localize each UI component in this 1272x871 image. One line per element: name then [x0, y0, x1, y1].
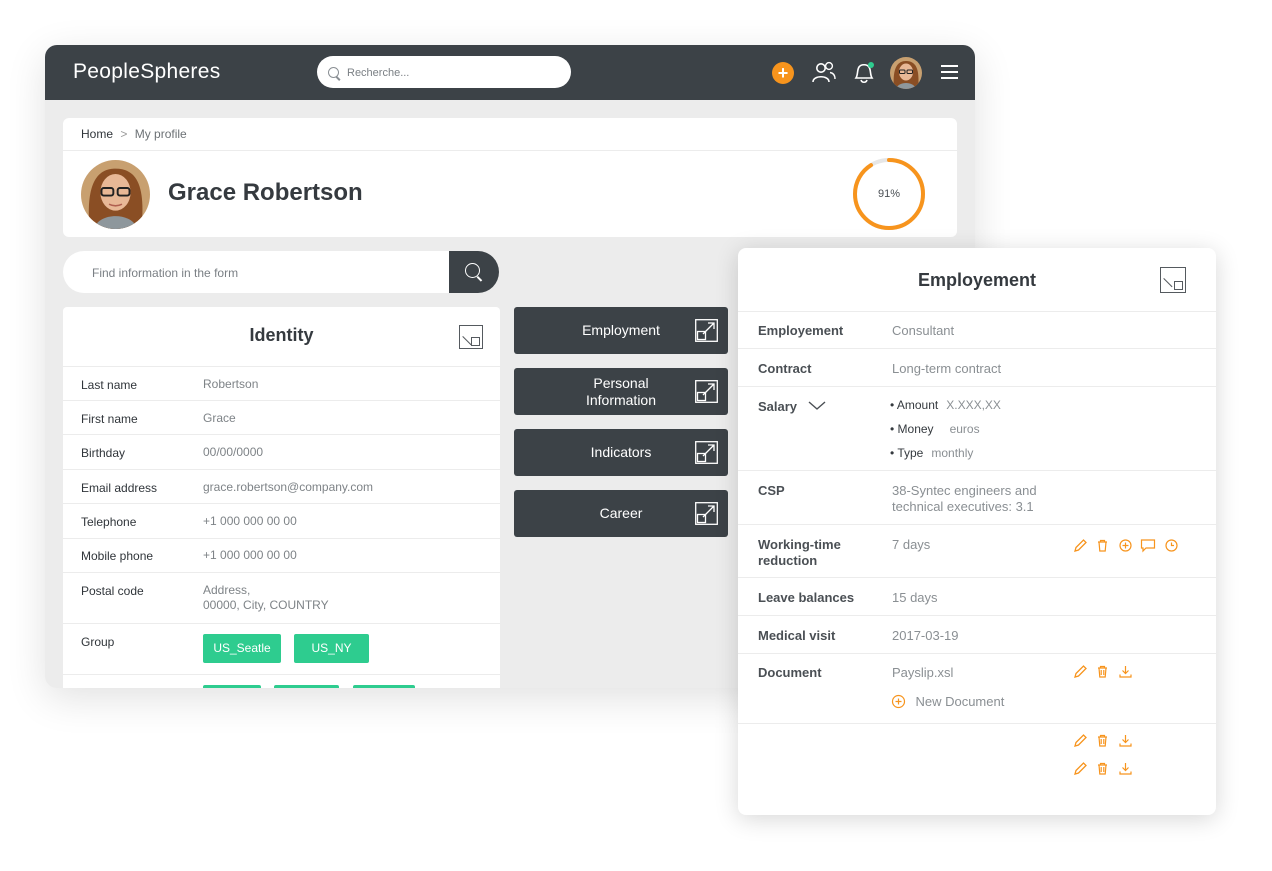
menu-icon[interactable] [941, 65, 958, 79]
edit-icon[interactable] [1073, 761, 1088, 776]
identity-row-postal: Postal code Address, 00000, City, COUNTR… [63, 572, 500, 624]
employment-row-employement: Employement Consultant [738, 311, 1216, 349]
edit-icon[interactable] [1073, 733, 1088, 748]
identity-row-mobile: Mobile phone +1 000 000 00 00 [63, 538, 500, 573]
form-search[interactable] [63, 251, 499, 293]
top-bar: PeopleSpheres + [45, 45, 975, 100]
breadcrumb-home[interactable]: Home [81, 127, 113, 141]
identity-row-birthday: Birthday 00/00/0000 [63, 434, 500, 470]
section-personal-information-button[interactable]: Personal Information [514, 368, 728, 415]
employment-row-salary: Salary • Amount X.XXX,XX • Money euros • T… [738, 386, 1216, 471]
global-search[interactable] [317, 56, 571, 88]
trash-icon[interactable] [1095, 664, 1110, 679]
breadcrumb-current: My profile [134, 127, 187, 141]
global-search-input[interactable] [345, 62, 564, 84]
collapse-icon[interactable] [1160, 267, 1186, 293]
employment-row-working-time: Working-time reduction 7 days [738, 524, 1216, 578]
employment-row-extra-documents [738, 723, 1216, 794]
identity-row-last-name: Last name Robertson [63, 366, 500, 401]
group-tag[interactable]: US_NY [294, 634, 369, 663]
trash-icon[interactable] [1095, 733, 1110, 748]
users-icon[interactable] [811, 60, 837, 86]
profile-header: Home > My profile Grace Robertson 91% [63, 118, 957, 237]
trash-icon[interactable] [1095, 538, 1110, 553]
edit-icon[interactable] [1073, 664, 1088, 679]
expand-icon [695, 380, 718, 403]
identity-row-first-name: First name Grace [63, 400, 500, 435]
logo: PeopleSpheres [73, 60, 221, 83]
skill-tag[interactable] [353, 685, 415, 688]
trash-icon[interactable] [1095, 761, 1110, 776]
profile-name: Grace Robertson [168, 179, 363, 206]
breadcrumb: Home > My profile [81, 127, 187, 141]
download-icon[interactable] [1118, 761, 1133, 776]
employment-row-csp: CSP 38-Syntec engineers and technical ex… [738, 470, 1216, 525]
new-document-button[interactable]: New Document [891, 693, 1004, 711]
clock-icon[interactable] [1164, 538, 1179, 553]
download-icon[interactable] [1118, 664, 1133, 679]
section-indicators-button[interactable]: Indicators [514, 429, 728, 476]
identity-row-telephone: Telephone +1 000 000 00 00 [63, 503, 500, 539]
identity-row-group: Group US_Seatle US_NY [63, 623, 500, 675]
collapse-icon[interactable] [459, 325, 483, 349]
employment-title: Employement [917, 270, 1037, 290]
skill-tag[interactable] [203, 685, 261, 688]
expand-icon [695, 319, 718, 342]
expand-icon [695, 502, 718, 525]
employment-row-document: Document Payslip.xsl New Document [738, 653, 1216, 724]
divider [63, 150, 957, 151]
form-search-input[interactable] [90, 262, 454, 284]
chevron-down-icon[interactable] [808, 401, 826, 411]
download-icon[interactable] [1118, 733, 1133, 748]
identity-row-email: Email address grace.robertson@company.co… [63, 469, 500, 504]
identity-row-partial [63, 674, 500, 688]
completion-label: 91% [877, 188, 901, 200]
bell-icon[interactable] [851, 59, 877, 86]
identity-title: Identity [249, 325, 314, 345]
group-tag[interactable]: US_Seatle [203, 634, 281, 663]
edit-icon[interactable] [1073, 538, 1088, 553]
comment-icon[interactable] [1140, 538, 1156, 553]
completion-progress: 91% [851, 156, 927, 232]
identity-card: Identity Last name Robertson First name … [63, 307, 500, 688]
breadcrumb-separator: > [120, 127, 128, 141]
employment-row-medical: Medical visit 2017-03-19 [738, 615, 1216, 654]
search-icon [328, 67, 339, 78]
employment-row-leave: Leave balances 15 days [738, 577, 1216, 616]
employment-card: Employement Employement Consultant Contr… [738, 248, 1216, 815]
search-icon [465, 263, 480, 278]
section-employment-button[interactable]: Employment [514, 307, 728, 354]
add-icon[interactable]: + [772, 62, 794, 84]
profile-avatar [81, 160, 150, 229]
add-circle-icon[interactable] [1118, 538, 1133, 553]
section-career-button[interactable]: Career [514, 490, 728, 537]
skill-tag[interactable] [274, 685, 339, 688]
form-search-button[interactable] [449, 251, 499, 293]
user-avatar[interactable] [890, 57, 922, 89]
employment-row-contract: Contract Long-term contract [738, 348, 1216, 387]
expand-icon [695, 441, 718, 464]
add-circle-icon [891, 695, 906, 709]
